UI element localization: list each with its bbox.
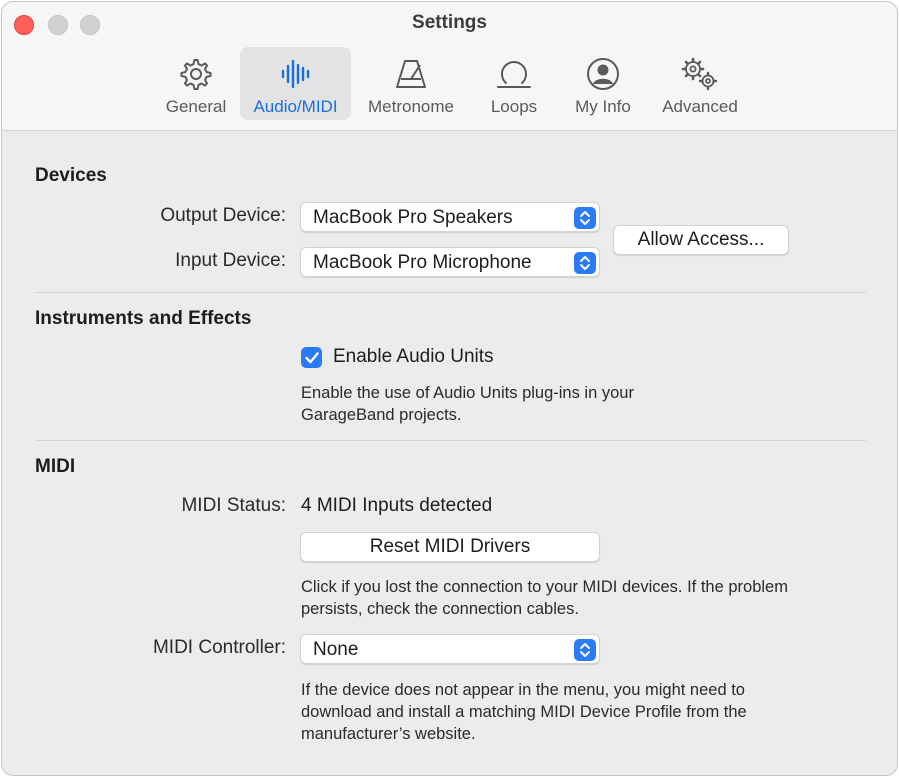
- tab-label: Loops: [490, 97, 538, 116]
- input-device-value: MacBook Pro Microphone: [313, 252, 532, 273]
- waveform-icon: [279, 51, 313, 91]
- midi-controller-label: MIDI Controller:: [152, 637, 286, 658]
- divider: [36, 292, 866, 293]
- tab-label: My Info: [575, 97, 631, 116]
- reset-midi-description: Click if you lost the connection to your…: [301, 576, 788, 620]
- settings-content: Devices Output Device: MacBook Pro Speak…: [2, 131, 897, 775]
- tab-audio-midi[interactable]: Audio/MIDI: [240, 47, 351, 120]
- description-line: Click if you lost the connection to your…: [301, 578, 788, 596]
- enable-audio-units-checkbox[interactable]: [301, 347, 322, 368]
- description-line: Enable the use of Audio Units plug-ins i…: [301, 384, 634, 402]
- input-device-label: Input Device:: [175, 250, 286, 271]
- midi-controller-value: None: [313, 639, 359, 660]
- output-device-label: Output Device:: [160, 205, 286, 226]
- tab-label: Advanced: [662, 97, 738, 116]
- input-device-popup[interactable]: MacBook Pro Microphone: [300, 247, 600, 277]
- section-heading-instruments: Instruments and Effects: [35, 308, 252, 329]
- section-heading-midi: MIDI: [35, 456, 76, 477]
- description-line: download and install a matching MIDI Dev…: [301, 703, 747, 721]
- midi-controller-description: If the device does not appear in the men…: [301, 679, 747, 745]
- output-device-popup[interactable]: MacBook Pro Speakers: [300, 202, 600, 232]
- gear-icon: [179, 51, 213, 91]
- description-line: persists, check the connection cables.: [301, 600, 579, 618]
- chevron-up-down-icon: [574, 639, 596, 661]
- midi-status-label: MIDI Status:: [181, 495, 286, 516]
- person-icon: [585, 51, 621, 91]
- description-line: GarageBand projects.: [301, 406, 462, 424]
- tab-label: Metronome: [368, 97, 454, 116]
- window-title: Settings: [412, 12, 487, 33]
- midi-status-value: 4 MIDI Inputs detected: [301, 495, 493, 516]
- tab-metronome[interactable]: Metronome: [358, 47, 464, 120]
- reset-midi-drivers-button[interactable]: Reset MIDI Drivers: [300, 532, 600, 562]
- description-line: If the device does not appear in the men…: [301, 681, 745, 699]
- section-heading-devices: Devices: [35, 165, 107, 186]
- midi-controller-popup[interactable]: None: [300, 634, 600, 664]
- tab-label: Audio/MIDI: [253, 97, 338, 116]
- checkmark-icon: [304, 351, 319, 363]
- settings-window: Settings General Audio/MIDI Metronome Lo…: [1, 1, 898, 776]
- chevron-up-down-icon: [574, 207, 596, 229]
- output-device-value: MacBook Pro Speakers: [313, 207, 513, 228]
- chevron-up-down-icon: [574, 252, 596, 274]
- divider: [36, 440, 866, 441]
- allow-access-button[interactable]: Allow Access...: [613, 225, 789, 255]
- tab-label: General: [165, 97, 227, 116]
- toolbar: Settings General Audio/MIDI Metronome Lo…: [2, 2, 897, 131]
- metronome-icon: [393, 51, 429, 91]
- description-line: manufacturer’s website.: [301, 725, 476, 743]
- audio-units-description: Enable the use of Audio Units plug-ins i…: [301, 382, 634, 426]
- tab-general[interactable]: General: [156, 47, 236, 120]
- tab-my-info[interactable]: My Info: [565, 47, 641, 120]
- loop-icon: [496, 51, 532, 91]
- enable-audio-units-label[interactable]: Enable Audio Units: [333, 346, 494, 368]
- tab-loops[interactable]: Loops: [482, 47, 546, 120]
- gears-icon: [680, 51, 720, 91]
- tab-advanced[interactable]: Advanced: [654, 47, 746, 120]
